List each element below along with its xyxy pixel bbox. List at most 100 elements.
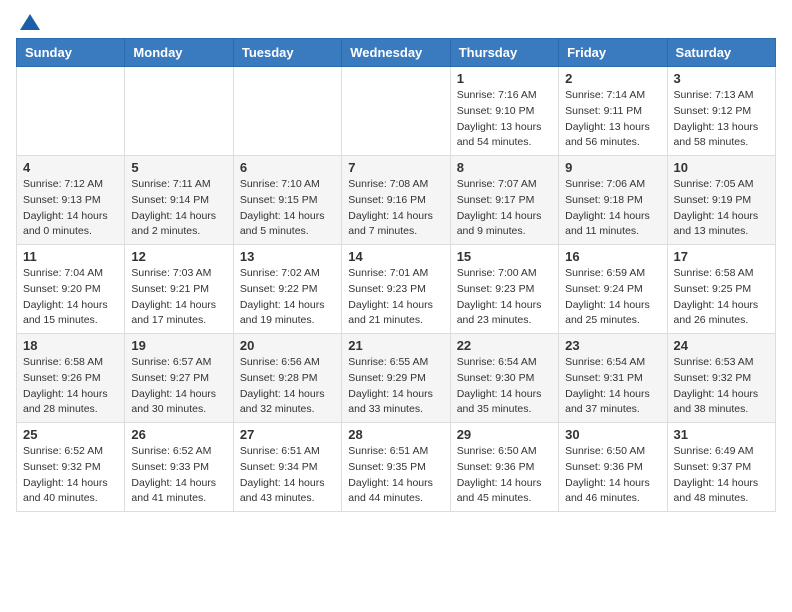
day-number: 29 [457,427,552,442]
day-info: Sunrise: 7:03 AMSunset: 9:21 PMDaylight:… [131,266,226,329]
calendar-cell: 4 Sunrise: 7:12 AMSunset: 9:13 PMDaylight… [17,156,125,245]
day-info: Sunrise: 6:51 AMSunset: 9:35 PMDaylight:… [348,444,443,507]
header [16,16,776,30]
day-number: 16 [565,249,660,264]
day-number: 7 [348,160,443,175]
day-info: Sunrise: 6:54 AMSunset: 9:31 PMDaylight:… [565,355,660,418]
calendar-cell [233,67,341,156]
header-wednesday: Wednesday [342,39,450,67]
day-info: Sunrise: 6:59 AMSunset: 9:24 PMDaylight:… [565,266,660,329]
calendar-cell: 9 Sunrise: 7:06 AMSunset: 9:18 PMDaylight… [559,156,667,245]
day-number: 4 [23,160,118,175]
calendar-cell: 21 Sunrise: 6:55 AMSunset: 9:29 PMDayligh… [342,334,450,423]
day-info: Sunrise: 6:50 AMSunset: 9:36 PMDaylight:… [457,444,552,507]
calendar-cell: 7 Sunrise: 7:08 AMSunset: 9:16 PMDaylight… [342,156,450,245]
calendar-week-3: 11 Sunrise: 7:04 AMSunset: 9:20 PMDayligh… [17,245,776,334]
day-number: 6 [240,160,335,175]
day-info: Sunrise: 6:56 AMSunset: 9:28 PMDaylight:… [240,355,335,418]
calendar-cell: 17 Sunrise: 6:58 AMSunset: 9:25 PMDayligh… [667,245,775,334]
day-number: 23 [565,338,660,353]
day-number: 17 [674,249,769,264]
day-info: Sunrise: 7:01 AMSunset: 9:23 PMDaylight:… [348,266,443,329]
header-monday: Monday [125,39,233,67]
calendar-cell: 26 Sunrise: 6:52 AMSunset: 9:33 PMDayligh… [125,423,233,512]
calendar-cell: 8 Sunrise: 7:07 AMSunset: 9:17 PMDaylight… [450,156,558,245]
day-number: 28 [348,427,443,442]
calendar-cell: 11 Sunrise: 7:04 AMSunset: 9:20 PMDayligh… [17,245,125,334]
day-info: Sunrise: 6:51 AMSunset: 9:34 PMDaylight:… [240,444,335,507]
day-number: 19 [131,338,226,353]
day-info: Sunrise: 6:53 AMSunset: 9:32 PMDaylight:… [674,355,769,418]
day-number: 26 [131,427,226,442]
calendar-cell: 27Sunrise: 6:51 AMSunset: 9:34 PMDayligh… [233,423,341,512]
calendar-cell: 20 Sunrise: 6:56 AMSunset: 9:28 PMDayligh… [233,334,341,423]
day-info: Sunrise: 7:02 AMSunset: 9:22 PMDaylight:… [240,266,335,329]
day-number: 8 [457,160,552,175]
day-info: Sunrise: 6:58 AMSunset: 9:25 PMDaylight:… [674,266,769,329]
day-info: Sunrise: 7:04 AMSunset: 9:20 PMDaylight:… [23,266,118,329]
day-info: Sunrise: 6:54 AMSunset: 9:30 PMDaylight:… [457,355,552,418]
calendar-cell: 31Sunrise: 6:49 AMSunset: 9:37 PMDayligh… [667,423,775,512]
header-tuesday: Tuesday [233,39,341,67]
day-number: 20 [240,338,335,353]
day-info: Sunrise: 7:08 AMSunset: 9:16 PMDaylight:… [348,177,443,240]
calendar-week-2: 4 Sunrise: 7:12 AMSunset: 9:13 PMDaylight… [17,156,776,245]
day-number: 15 [457,249,552,264]
day-number: 12 [131,249,226,264]
calendar-cell [125,67,233,156]
calendar-cell: 19 Sunrise: 6:57 AMSunset: 9:27 PMDayligh… [125,334,233,423]
day-info: Sunrise: 6:55 AMSunset: 9:29 PMDaylight:… [348,355,443,418]
day-info: Sunrise: 7:07 AMSunset: 9:17 PMDaylight:… [457,177,552,240]
day-info: Sunrise: 6:50 AMSunset: 9:36 PMDaylight:… [565,444,660,507]
calendar-cell [17,67,125,156]
calendar-cell: 22 Sunrise: 6:54 AMSunset: 9:30 PMDayligh… [450,334,558,423]
day-number: 9 [565,160,660,175]
day-info: Sunrise: 7:10 AMSunset: 9:15 PMDaylight:… [240,177,335,240]
calendar-cell: 1 Sunrise: 7:16 AMSunset: 9:10 PMDaylight… [450,67,558,156]
day-number: 21 [348,338,443,353]
day-number: 30 [565,427,660,442]
calendar-cell [342,67,450,156]
calendar-cell: 28 Sunrise: 6:51 AMSunset: 9:35 PMDayligh… [342,423,450,512]
day-number: 13 [240,249,335,264]
calendar-cell: 23 Sunrise: 6:54 AMSunset: 9:31 PMDayligh… [559,334,667,423]
day-info: Sunrise: 7:06 AMSunset: 9:18 PMDaylight:… [565,177,660,240]
day-info: Sunrise: 7:14 AMSunset: 9:11 PMDaylight:… [565,88,660,151]
day-number: 2 [565,71,660,86]
day-number: 10 [674,160,769,175]
calendar-week-4: 18Sunrise: 6:58 AMSunset: 9:26 PMDayligh… [17,334,776,423]
day-number: 22 [457,338,552,353]
day-info: Sunrise: 7:00 AMSunset: 9:23 PMDaylight:… [457,266,552,329]
calendar-week-1: 1 Sunrise: 7:16 AMSunset: 9:10 PMDaylight… [17,67,776,156]
header-friday: Friday [559,39,667,67]
day-info: Sunrise: 7:12 AMSunset: 9:13 PMDaylight:… [23,177,118,240]
calendar-cell: 10Sunrise: 7:05 AMSunset: 9:19 PMDayligh… [667,156,775,245]
day-number: 3 [674,71,769,86]
day-number: 1 [457,71,552,86]
day-number: 5 [131,160,226,175]
day-info: Sunrise: 6:49 AMSunset: 9:37 PMDaylight:… [674,444,769,507]
calendar-cell: 3Sunrise: 7:13 AMSunset: 9:12 PMDaylight… [667,67,775,156]
calendar-cell: 30 Sunrise: 6:50 AMSunset: 9:36 PMDayligh… [559,423,667,512]
calendar-table: SundayMondayTuesdayWednesdayThursdayFrid… [16,38,776,512]
day-number: 11 [23,249,118,264]
calendar-cell: 15 Sunrise: 7:00 AMSunset: 9:23 PMDayligh… [450,245,558,334]
day-info: Sunrise: 6:52 AMSunset: 9:32 PMDaylight:… [23,444,118,507]
logo-triangle-icon [20,14,40,30]
header-thursday: Thursday [450,39,558,67]
calendar-cell: 6 Sunrise: 7:10 AMSunset: 9:15 PMDaylight… [233,156,341,245]
calendar-cell: 14 Sunrise: 7:01 AMSunset: 9:23 PMDayligh… [342,245,450,334]
calendar-cell: 16 Sunrise: 6:59 AMSunset: 9:24 PMDayligh… [559,245,667,334]
day-info: Sunrise: 6:57 AMSunset: 9:27 PMDaylight:… [131,355,226,418]
calendar-cell: 25Sunrise: 6:52 AMSunset: 9:32 PMDayligh… [17,423,125,512]
calendar-cell: 5Sunrise: 7:11 AMSunset: 9:14 PMDaylight… [125,156,233,245]
day-info: Sunrise: 7:16 AMSunset: 9:10 PMDaylight:… [457,88,552,151]
header-saturday: Saturday [667,39,775,67]
header-sunday: Sunday [17,39,125,67]
calendar-cell: 24 Sunrise: 6:53 AMSunset: 9:32 PMDayligh… [667,334,775,423]
day-number: 24 [674,338,769,353]
day-number: 14 [348,249,443,264]
day-info: Sunrise: 6:52 AMSunset: 9:33 PMDaylight:… [131,444,226,507]
calendar-header-row: SundayMondayTuesdayWednesdayThursdayFrid… [17,39,776,67]
calendar-cell: 12 Sunrise: 7:03 AMSunset: 9:21 PMDayligh… [125,245,233,334]
